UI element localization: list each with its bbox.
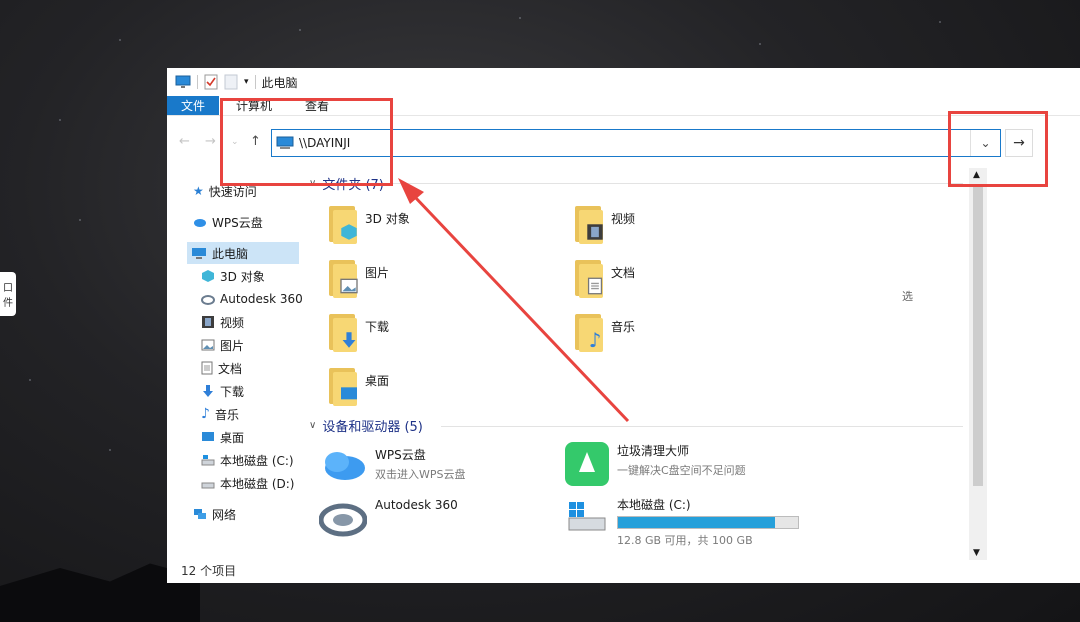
- annotation-arrow: [398, 178, 630, 423]
